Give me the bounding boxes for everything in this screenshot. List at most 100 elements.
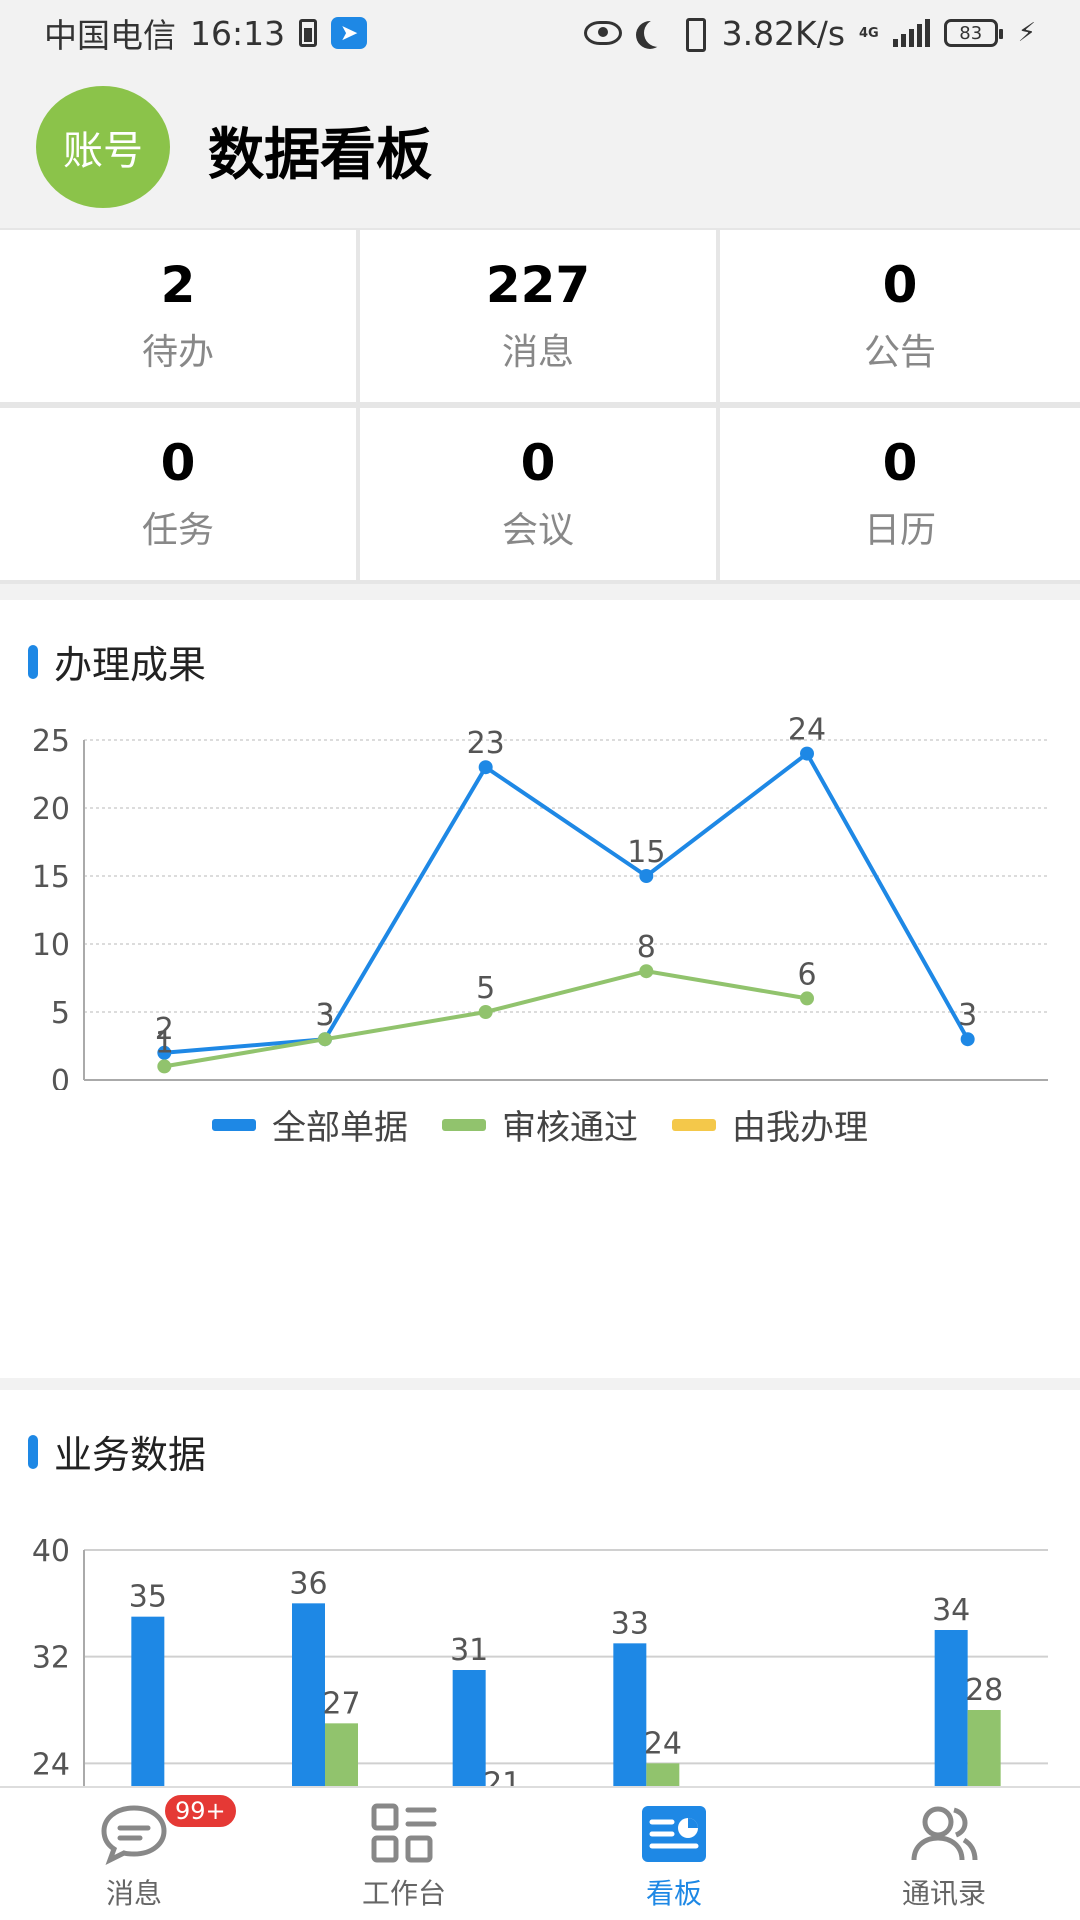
carrier-text: 中国电信: [44, 16, 176, 55]
data-label: 8: [637, 930, 656, 965]
account-avatar[interactable]: 账号: [36, 86, 170, 208]
nav-item-dashboard[interactable]: 看板: [574, 1802, 774, 1912]
bar: [967, 1710, 1001, 1790]
nav-item-workbench[interactable]: 工作台: [304, 1802, 504, 1912]
y-tick-label: 15: [32, 860, 70, 895]
bar-value-label: 33: [611, 1606, 649, 1641]
nav-item-messages[interactable]: 99+ 消息: [34, 1792, 239, 1912]
business-section-title: 业务数据: [28, 1424, 206, 1479]
data-label: 3: [958, 998, 977, 1033]
status-bar: 中国电信 16:13 ➤ 3.82K/s 4G 83 ⚡: [0, 0, 1080, 66]
stat-value: 0: [882, 255, 918, 314]
bottom-nav: 99+ 消息 工作台 看板 通讯录: [0, 1786, 1080, 1920]
results-title-text: 办理成果: [54, 643, 207, 687]
bar-value-label: 24: [644, 1726, 682, 1761]
stat-messages[interactable]: 227 消息: [360, 230, 716, 402]
data-label: 23: [467, 726, 505, 761]
results-line-chart: 051015202509月10月11月12月01月02月232315243135…: [32, 713, 1048, 1090]
stat-label: 待办: [141, 331, 214, 373]
stat-announcements[interactable]: 0 公告: [720, 230, 1080, 402]
eye-comfort-icon: [583, 21, 622, 45]
y-tick-label: 10: [32, 928, 70, 963]
data-point: [639, 964, 654, 979]
nav-label: 看板: [645, 1877, 702, 1910]
bar: [934, 1630, 968, 1790]
legend-label: 全部单据: [272, 1108, 408, 1148]
y-tick-label: 25: [32, 724, 70, 759]
data-point: [478, 1005, 493, 1019]
signal-icon: [892, 19, 930, 47]
bar-value-label: 28: [965, 1673, 1003, 1708]
data-label: 3: [315, 998, 334, 1033]
legend-swatch: [442, 1118, 486, 1131]
stat-label: 消息: [501, 331, 574, 373]
bar-value-label: 34: [932, 1593, 970, 1628]
y-tick-label: 32: [32, 1641, 70, 1676]
business-data-card: 业务数据 24324035183627312133243428: [0, 1390, 1080, 1790]
bar: [452, 1670, 486, 1790]
unread-badge: 99+: [162, 1792, 239, 1830]
stats-grid: 2 待办 227 消息 0 公告 0 任务 0 会议 0 日历: [0, 228, 1080, 584]
data-point: [800, 991, 814, 1006]
y-tick-label: 40: [32, 1534, 70, 1569]
bar: [613, 1643, 647, 1790]
chat-icon: 99+: [98, 1792, 239, 1866]
legend-item-approved[interactable]: 审核通过: [442, 1100, 638, 1149]
legend-item-mine[interactable]: 由我办理: [672, 1100, 868, 1149]
charging-icon: ⚡: [1017, 18, 1036, 48]
data-point: [800, 746, 814, 761]
y-tick-label: 5: [51, 996, 70, 1031]
stat-value: 227: [485, 255, 591, 314]
bar-value-label: 35: [129, 1580, 167, 1615]
bar-value-label: 27: [322, 1686, 360, 1721]
stat-todo[interactable]: 2 待办: [0, 230, 356, 402]
stat-value: 0: [520, 433, 556, 492]
workbench-icon: [368, 1802, 440, 1866]
data-label: 15: [627, 835, 665, 870]
series-line: [164, 750, 970, 1055]
legend-item-all[interactable]: 全部单据: [212, 1100, 408, 1149]
stat-tasks[interactable]: 0 任务: [0, 408, 356, 580]
clock-text: 16:13: [190, 13, 286, 53]
data-point: [478, 760, 493, 775]
network-type-text: 4G: [859, 25, 879, 41]
business-title-text: 业务数据: [54, 1433, 207, 1477]
bar-value-label: 36: [289, 1566, 327, 1601]
nav-label: 消息: [105, 1877, 162, 1910]
page-header: 账号 数据看板: [0, 66, 1080, 228]
data-label: 24: [788, 713, 826, 748]
chart-legend: 全部单据 审核通过 由我办理: [0, 1100, 1080, 1149]
stat-label: 会议: [501, 509, 574, 551]
nav-item-contacts[interactable]: 通讯录: [844, 1802, 1044, 1912]
section-accent-bar: [28, 644, 38, 679]
legend-swatch: [212, 1118, 256, 1131]
page-title: 数据看板: [208, 123, 432, 188]
app-notification-icon: ➤: [331, 17, 368, 49]
stat-value: 0: [882, 433, 918, 492]
stat-label: 公告: [863, 331, 936, 373]
stat-calendar[interactable]: 0 日历: [720, 408, 1080, 580]
data-label: 6: [797, 957, 816, 992]
data-label: 1: [155, 1025, 174, 1060]
results-card: 办理成果 051015202509月10月11月12月01月02月2323152…: [0, 600, 1080, 1378]
stat-meetings[interactable]: 0 会议: [360, 408, 716, 580]
data-label: 5: [476, 971, 495, 1006]
data-point: [318, 1032, 332, 1047]
legend-label: 由我办理: [732, 1108, 868, 1148]
section-accent-bar: [28, 1434, 38, 1469]
bar-value-label: 31: [450, 1633, 488, 1668]
moon-icon: [644, 19, 672, 47]
vibrate-icon: [678, 16, 708, 52]
results-section-title: 办理成果: [28, 634, 206, 689]
data-point: [157, 1059, 172, 1074]
stat-value: 0: [160, 433, 196, 492]
business-bar-chart: 24324035183627312133243428: [32, 1534, 1048, 1790]
battery-saver-icon: [299, 19, 318, 47]
nav-label: 通讯录: [901, 1877, 986, 1910]
stat-value: 2: [160, 255, 196, 314]
data-point: [639, 869, 654, 883]
bar: [131, 1616, 165, 1790]
legend-swatch: [672, 1118, 716, 1131]
battery-level-text: 83: [959, 22, 983, 44]
y-tick-label: 24: [32, 1747, 70, 1782]
